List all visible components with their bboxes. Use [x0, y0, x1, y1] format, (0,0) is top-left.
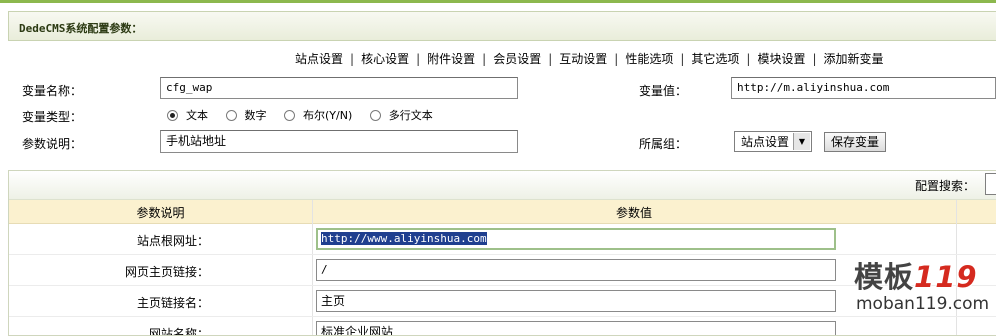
group-select[interactable]: 站点设置 ▼: [734, 131, 812, 152]
row-label-cell: 主页链接名：: [9, 286, 209, 316]
group-label: 所属组：: [639, 137, 688, 151]
radio-checked-icon: [167, 109, 178, 121]
tab-core[interactable]: 核心设置: [361, 50, 409, 67]
var-name-input[interactable]: cfg_wap: [160, 77, 518, 99]
description-input[interactable]: 手机站地址: [160, 130, 518, 153]
row-label: 网页主页链接：: [124, 265, 209, 279]
tab-separator: |: [350, 52, 355, 66]
group-select-value: 站点设置: [741, 135, 790, 149]
radio-number[interactable]: 数字: [225, 107, 267, 123]
radio-unchecked-icon: [369, 109, 381, 121]
watermark-main-text: 模板: [854, 260, 915, 294]
row-value-input[interactable]: 主页: [316, 290, 836, 312]
selected-value-text: http://www.aliyinshua.com: [321, 232, 487, 245]
var-name-label: 变量名称：: [22, 84, 83, 98]
row-label-cell: 站点根网址：: [9, 224, 209, 254]
tab-separator: |: [746, 52, 751, 66]
watermark-title: 模板119: [854, 254, 978, 296]
row-label: 站点根网址：: [136, 234, 209, 248]
var-value-input[interactable]: http://m.aliyinshua.com: [731, 77, 996, 99]
tab-separator: |: [812, 52, 817, 66]
tab-site[interactable]: 站点设置: [295, 50, 343, 67]
tab-attachment[interactable]: 附件设置: [427, 50, 475, 67]
tab-performance[interactable]: 性能选项: [625, 50, 673, 67]
tab-separator: |: [680, 52, 685, 66]
settings-tabs: 站点设置 | 核心设置 | 附件设置 | 会员设置 | 互动设置 | 性能选项 | 其它选项 | 模块设置 |…: [295, 50, 884, 68]
radio-text[interactable]: 文本: [167, 107, 208, 123]
config-search-input[interactable]: [985, 173, 996, 195]
tab-add-variable[interactable]: 添加新变量: [824, 50, 884, 67]
radio-text-label: 文本: [186, 109, 208, 122]
var-type-radio-group: 文本 数字 布尔(Y/N) 多行文本: [167, 107, 447, 124]
row-value-input[interactable]: 标准企业网站: [316, 321, 836, 335]
table-row: 站点根网址： http://www.aliyinshua.com: [9, 224, 996, 255]
watermark-domain: moban119.com: [856, 294, 990, 314]
search-label: 配置搜索：: [915, 179, 976, 193]
row-value-input[interactable]: /: [316, 259, 836, 281]
tab-module[interactable]: 模块设置: [757, 50, 805, 67]
row-label-cell: 网页主页链接：: [9, 255, 209, 285]
tab-other[interactable]: 其它选项: [691, 50, 739, 67]
watermark-logo: 模板119 moban119.com: [846, 254, 996, 336]
radio-number-label: 数字: [244, 109, 267, 122]
row-label-cell: 网站名称：: [9, 317, 209, 336]
description-label: 参数说明：: [22, 137, 83, 151]
var-type-label: 变量类型：: [22, 110, 83, 124]
tab-separator: |: [482, 52, 487, 66]
save-variable-button[interactable]: 保存变量: [824, 132, 887, 152]
var-value-label: 变量值：: [639, 84, 688, 98]
row-label: 网站名称：: [148, 327, 209, 336]
table-header-row: 参数说明 参数值: [9, 200, 996, 224]
radio-multiline-label: 多行文本: [388, 109, 433, 122]
column-header-value: 参数值: [615, 206, 652, 220]
chevron-down-icon[interactable]: ▼: [793, 133, 810, 150]
column-header-description: 参数说明: [136, 206, 185, 220]
row-label: 主页链接名：: [136, 296, 209, 310]
title-bar: DedeCMS系统配置参数：: [8, 11, 996, 41]
radio-unchecked-icon: [225, 109, 237, 121]
tab-separator: |: [614, 52, 619, 66]
search-row: 配置搜索：: [9, 171, 996, 200]
tab-interaction[interactable]: 互动设置: [559, 50, 607, 67]
tab-separator: |: [548, 52, 553, 66]
radio-multiline[interactable]: 多行文本: [369, 107, 433, 123]
top-accent-line: [0, 0, 996, 3]
radio-boolean[interactable]: 布尔(Y/N): [284, 107, 352, 123]
page-title: DedeCMS系统配置参数：: [19, 22, 143, 35]
tab-member[interactable]: 会员设置: [493, 50, 541, 67]
radio-unchecked-icon: [284, 109, 295, 121]
row-value-input[interactable]: http://www.aliyinshua.com: [316, 228, 836, 250]
watermark-number: 119: [914, 260, 978, 294]
radio-boolean-label: 布尔(Y/N): [303, 109, 353, 122]
tab-separator: |: [416, 52, 421, 66]
